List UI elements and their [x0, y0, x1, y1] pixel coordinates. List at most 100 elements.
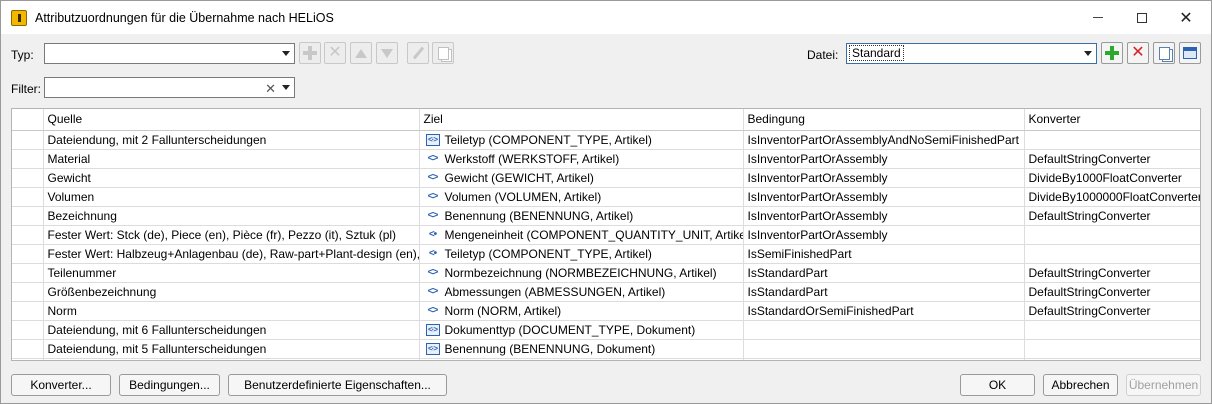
cell-quelle[interactable]: Gewicht: [43, 168, 420, 188]
add-type-button[interactable]: [299, 42, 321, 64]
cell-quelle[interactable]: Dateiendung, mit 2 Fallunterscheidungen: [43, 130, 420, 150]
cell-konverter[interactable]: DefaultStringConverter: [1024, 149, 1200, 169]
custom-properties-button[interactable]: Benutzerdefinierte Eigenschaften...: [228, 374, 447, 396]
cell-quelle[interactable]: Material: [43, 149, 420, 169]
apply-button[interactable]: Übernehmen: [1126, 374, 1201, 396]
cell-ziel[interactable]: <> Volumen (VOLUMEN, Artikel): [419, 187, 744, 207]
delete-type-button[interactable]: ✕: [324, 42, 346, 64]
cell-konverter[interactable]: [1024, 244, 1200, 264]
copy-file-button[interactable]: [1153, 42, 1175, 64]
cell-ziel[interactable]: <> Gewicht (GEWICHT, Artikel): [419, 168, 744, 188]
maximize-button[interactable]: [1119, 1, 1165, 34]
konverter-button[interactable]: Konverter...: [11, 374, 111, 396]
column-header-quelle[interactable]: Quelle: [43, 109, 420, 131]
cell-ziel[interactable]: <• Teiletyp (COMPONENT_TYPE, Artikel): [419, 244, 744, 264]
cell-bedingung[interactable]: [743, 339, 1025, 359]
cell-bedingung[interactable]: IsInventorPartOrAssembly: [743, 187, 1025, 207]
row-selector[interactable]: [12, 187, 44, 207]
row-selector[interactable]: [12, 225, 44, 245]
table-row[interactable]: Bezeichnung <> Benennung (BENENNUNG, Artik…: [12, 206, 1200, 226]
cell-quelle[interactable]: Teilenummer: [43, 263, 420, 283]
cell-konverter[interactable]: [1024, 339, 1200, 359]
cell-konverter[interactable]: DefaultStringConverter: [1024, 282, 1200, 302]
cell-ziel[interactable]: <> Benennung (BENENNUNG, Artikel): [419, 206, 744, 226]
row-selector[interactable]: [12, 130, 44, 150]
cell-konverter[interactable]: DefaultStringConverter: [1024, 301, 1200, 321]
cell-bedingung[interactable]: IsStandardPart: [743, 263, 1025, 283]
cell-bedingung[interactable]: IsStandardPart: [743, 282, 1025, 302]
table-row[interactable]: Teilenummer <> Normbezeichnung (NORMBEZEIC…: [12, 263, 1200, 283]
row-selector[interactable]: [12, 301, 44, 321]
cell-bedingung[interactable]: IsInventorPartOrAssembly: [743, 168, 1025, 188]
datei-combobox[interactable]: Standard: [846, 43, 1097, 64]
table-row[interactable]: Fester Wert: Stck (de), Piece (en), Pièc…: [12, 225, 1200, 245]
ok-button[interactable]: OK: [960, 374, 1035, 396]
table-row[interactable]: Norm <> Norm (NORM, Artikel) IsStandardOrSe…: [12, 301, 1200, 321]
cell-ziel[interactable]: <> Norm (NORM, Artikel): [419, 301, 744, 321]
cell-quelle[interactable]: Norm: [43, 301, 420, 321]
cell-quelle[interactable]: Dateiendung, mit 5 Fallunterscheidungen: [43, 339, 420, 359]
add-file-button[interactable]: [1101, 42, 1123, 64]
table-row[interactable]: Dateiendung, mit 2 Fallunterscheidungen <…: [12, 130, 1200, 150]
row-selector[interactable]: [12, 206, 44, 226]
cell-bedingung[interactable]: IsInventorPartOrAssembly: [743, 206, 1025, 226]
column-header-ziel[interactable]: Ziel: [419, 109, 744, 131]
row-selector[interactable]: [12, 320, 44, 340]
table-row[interactable]: Dateiendung, mit 5 Fallunterscheidungen <…: [12, 339, 1200, 359]
cell-ziel[interactable]: <·> Benennung (BENENNUNG, Dokument): [419, 339, 744, 359]
cell-konverter[interactable]: DefaultStringConverter: [1024, 206, 1200, 226]
cell-bedingung[interactable]: IsSemiFinishedPart: [743, 244, 1025, 264]
row-selector[interactable]: [12, 244, 44, 264]
bedingungen-button[interactable]: Bedingungen...: [119, 374, 220, 396]
cell-konverter[interactable]: DefaultStringConverter: [1024, 263, 1200, 283]
cell-konverter[interactable]: [1024, 130, 1200, 150]
row-selector[interactable]: [12, 263, 44, 283]
cell-quelle[interactable]: Volumen: [43, 187, 420, 207]
cell-quelle[interactable]: Größenbezeichnung: [43, 282, 420, 302]
row-selector[interactable]: [12, 282, 44, 302]
table-row[interactable]: Fester Wert: Halbzeug+Anlagenbau (de), R…: [12, 244, 1200, 264]
move-down-button[interactable]: [376, 42, 398, 64]
clear-icon[interactable]: ✕: [265, 81, 276, 97]
cell-bedingung[interactable]: IsInventorPartOrAssembly: [743, 225, 1025, 245]
typ-combobox[interactable]: [44, 43, 295, 64]
cell-quelle[interactable]: Fester Wert: Stck (de), Piece (en), Pièc…: [43, 225, 420, 245]
cell-ziel[interactable]: <·> Dokumenttyp (DOCUMENT_TYPE, Dokument): [419, 320, 744, 340]
cell-ziel[interactable]: <> Normbezeichnung (NORMBEZEICHNUNG, Arti…: [419, 263, 744, 283]
cell-bedingung[interactable]: IsInventorPartOrAssembly: [743, 149, 1025, 169]
cell-konverter[interactable]: DivideBy1000000FloatConverter: [1024, 187, 1200, 207]
cell-bedingung[interactable]: IsStandardOrSemiFinishedPart: [743, 301, 1025, 321]
cell-ziel[interactable]: <> Werkstoff (WERKSTOFF, Artikel): [419, 149, 744, 169]
cell-konverter[interactable]: [1024, 225, 1200, 245]
filter-combobox[interactable]: ✕: [44, 77, 295, 98]
column-header-konverter[interactable]: Konverter: [1024, 109, 1200, 131]
table-row[interactable]: Gewicht <> Gewicht (GEWICHT, Artikel) IsInv…: [12, 168, 1200, 188]
cell-ziel[interactable]: <• Mengeneinheit (COMPONENT_QUANTITY_UNIT…: [419, 225, 744, 245]
row-selector[interactable]: [12, 168, 44, 188]
cell-bedingung[interactable]: [743, 320, 1025, 340]
move-up-button[interactable]: [350, 42, 372, 64]
cell-konverter[interactable]: DivideBy1000FloatConverter: [1024, 168, 1200, 188]
delete-file-button[interactable]: ✕: [1127, 42, 1149, 64]
attribute-mapping-grid[interactable]: Quelle Ziel Bedingung Konverter Dateiend…: [11, 108, 1201, 361]
cell-quelle[interactable]: Fester Wert: Halbzeug+Anlagenbau (de), R…: [43, 244, 420, 264]
close-button[interactable]: ✕: [1163, 1, 1209, 34]
cell-quelle[interactable]: Bezeichnung: [43, 206, 420, 226]
row-selector[interactable]: [12, 149, 44, 169]
cell-ziel[interactable]: <> Abmessungen (ABMESSUNGEN, Artikel): [419, 282, 744, 302]
cell-ziel[interactable]: <·> Teiletyp (COMPONENT_TYPE, Artikel): [419, 130, 744, 150]
minimize-button[interactable]: [1075, 1, 1121, 34]
row-selector[interactable]: [12, 339, 44, 359]
cancel-button[interactable]: Abbrechen: [1043, 374, 1118, 396]
table-row[interactable]: Größenbezeichnung <> Abmessungen (ABMESSUN…: [12, 282, 1200, 302]
table-row[interactable]: Material <> Werkstoff (WERKSTOFF, Artikel)…: [12, 149, 1200, 169]
cell-konverter[interactable]: [1024, 320, 1200, 340]
cell-bedingung[interactable]: IsInventorPartOrAssemblyAndNoSemiFinishe…: [743, 130, 1025, 150]
table-row[interactable]: Volumen <> Volumen (VOLUMEN, Artikel) IsInv…: [12, 187, 1200, 207]
copy-button[interactable]: [432, 42, 454, 64]
edit-button[interactable]: [407, 42, 429, 64]
column-header-bedingung[interactable]: Bedingung: [743, 109, 1025, 131]
cell-quelle[interactable]: Dateiendung, mit 6 Fallunterscheidungen: [43, 320, 420, 340]
file-window-button[interactable]: [1179, 42, 1201, 64]
table-row[interactable]: Dateiendung, mit 6 Fallunterscheidungen <…: [12, 320, 1200, 340]
